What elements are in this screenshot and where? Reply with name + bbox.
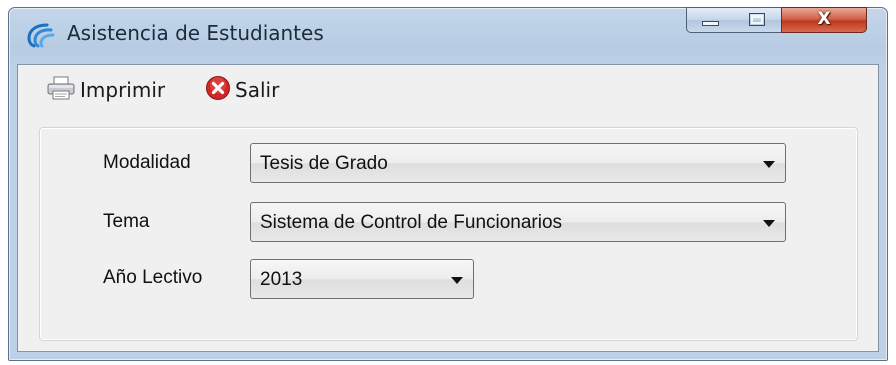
exit-button[interactable]: Salir (205, 76, 279, 104)
minimize-button[interactable] (686, 7, 734, 33)
app-window: Asistencia de Estudiantes X Imprimir Sal… (8, 7, 888, 361)
tema-label: Tema (103, 211, 150, 232)
toolbar: Imprimir Salir (18, 65, 878, 115)
chevron-down-icon (451, 277, 463, 284)
print-button[interactable]: Imprimir (46, 76, 165, 104)
close-circle-icon (205, 75, 231, 105)
close-icon: X (817, 9, 831, 29)
chevron-down-icon (763, 161, 775, 168)
anio-lectivo-select[interactable]: 2013 (250, 259, 474, 299)
minimize-icon (702, 21, 719, 26)
window-title: Asistencia de Estudiantes (67, 21, 324, 45)
print-label: Imprimir (80, 78, 166, 102)
maximize-button[interactable] (733, 7, 782, 33)
tema-value: Sistema de Control de Funcionarios (260, 212, 563, 233)
anio-lectivo-label: Año Lectivo (103, 267, 203, 288)
chevron-down-icon (763, 220, 775, 227)
form-panel: Modalidad Tesis de Grado Tema Sistema de… (39, 127, 858, 341)
printer-icon (46, 75, 76, 105)
tema-select[interactable]: Sistema de Control de Funcionarios (250, 202, 786, 242)
title-bar[interactable]: Asistencia de Estudiantes X (9, 7, 887, 58)
app-swirl-icon (25, 22, 55, 48)
anio-lectivo-value: 2013 (260, 269, 303, 290)
maximize-icon (749, 13, 765, 26)
exit-label: Salir (235, 78, 280, 102)
modalidad-value: Tesis de Grado (260, 153, 388, 174)
client-area: Imprimir Salir Modalidad Tesis de Grado (17, 64, 879, 352)
modalidad-label: Modalidad (103, 152, 191, 173)
close-window-button[interactable]: X (781, 7, 867, 33)
modalidad-select[interactable]: Tesis de Grado (250, 143, 786, 183)
